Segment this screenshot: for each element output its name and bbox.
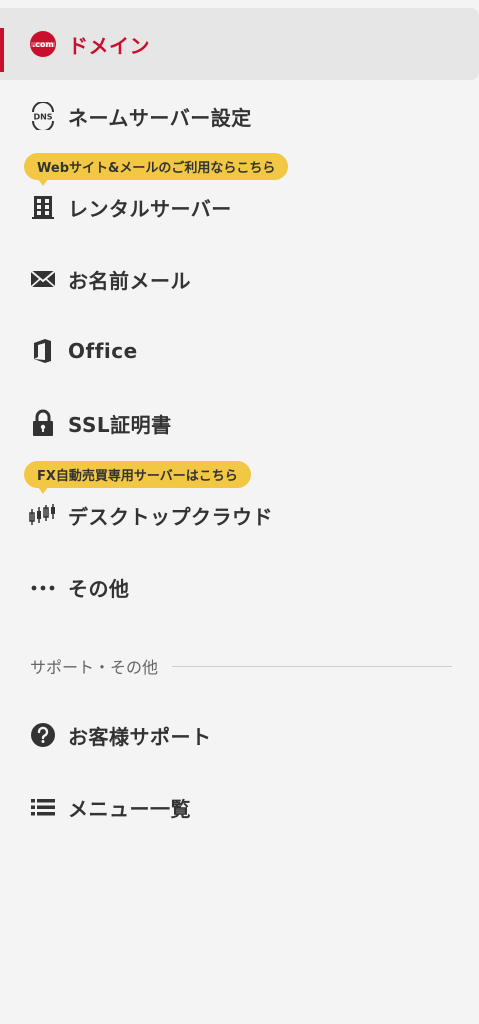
nav-label-desktop-cloud: デスクトップクラウド — [68, 504, 273, 529]
section-divider — [172, 665, 452, 667]
nav-item-domain[interactable]: .com ドメイン — [0, 8, 479, 80]
support-section-header: サポート・その他 — [30, 654, 452, 678]
nav-label-rental-server: レンタルサーバー — [68, 196, 232, 221]
rental-server-tag[interactable]: Webサイト&メールのご利用ならこちら — [24, 153, 289, 186]
more-dots-icon — [28, 572, 58, 602]
dns-badge-text: DNS — [33, 113, 52, 122]
nav-item-mail[interactable]: お名前メール — [0, 249, 479, 309]
mail-icon — [28, 264, 58, 294]
sidebar-menu: .com ドメイン DNS ネームサーバー設定 Webサイト&メールのご利用なら… — [0, 0, 479, 1024]
nav-label-customer-support: お客様サポート — [68, 724, 212, 749]
desktop-cloud-tag[interactable]: FX自動売買専用サーバーはこちら — [24, 461, 251, 494]
nav-item-rental-server[interactable]: レンタルサーバー — [0, 177, 479, 237]
help-icon — [28, 720, 58, 750]
list-icon — [28, 792, 58, 822]
dns-icon: DNS — [28, 101, 58, 131]
server-icon — [28, 192, 58, 222]
nav-label-others: その他 — [68, 576, 130, 601]
nav-item-office[interactable]: Office — [0, 321, 479, 381]
office-icon — [28, 336, 58, 366]
nav-label-office: Office — [68, 339, 138, 363]
active-indicator — [0, 28, 4, 72]
nav-label-nameserver: ネームサーバー設定 — [68, 105, 252, 130]
dot-com-icon: .com — [28, 29, 58, 59]
nav-item-others[interactable]: その他 — [0, 557, 479, 617]
nav-item-customer-support[interactable]: お客様サポート — [0, 705, 479, 765]
nav-item-ssl[interactable]: SSL証明書 — [0, 393, 479, 453]
nav-item-menu-list[interactable]: メニュー一覧 — [0, 777, 479, 837]
chart-candles-icon — [28, 500, 58, 530]
nav-label-ssl: SSL証明書 — [68, 412, 172, 437]
support-section-label: サポート・その他 — [30, 658, 159, 677]
nav-item-desktop-cloud[interactable]: デスクトップクラウド — [0, 485, 479, 545]
nav-label-menu-list: メニュー一覧 — [68, 796, 191, 821]
dot-com-badge-text: .com — [32, 40, 54, 49]
lock-icon — [28, 408, 58, 438]
nav-item-nameserver[interactable]: DNS ネームサーバー設定 — [0, 86, 479, 146]
nav-label-mail: お名前メール — [68, 268, 191, 293]
nav-label-domain: ドメイン — [68, 33, 150, 58]
